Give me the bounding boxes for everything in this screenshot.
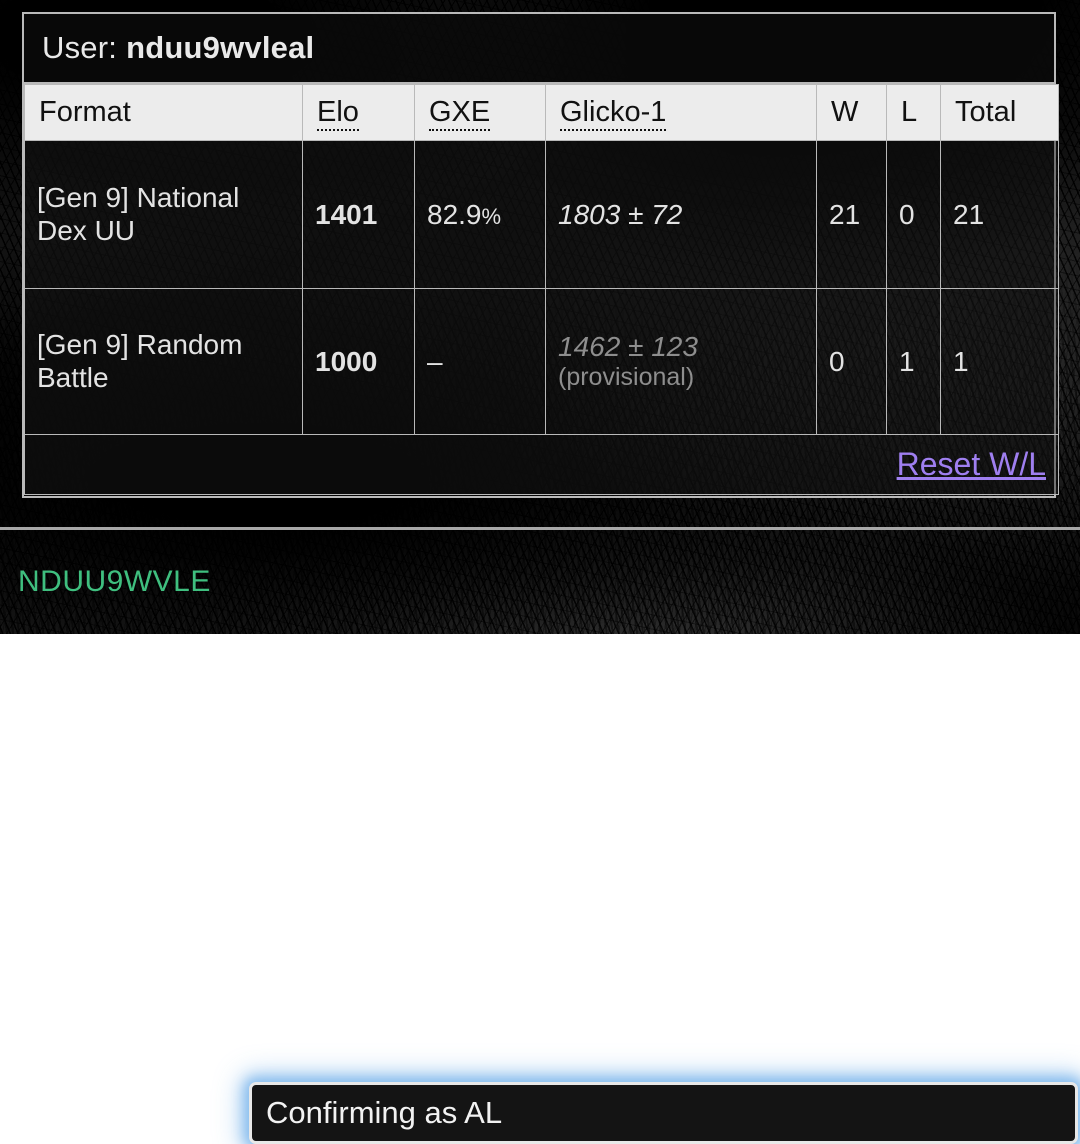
cell-gxe: –	[415, 289, 546, 435]
cell-glicko-value: 1462 ± 123	[558, 331, 698, 362]
cell-total: 1	[941, 289, 1059, 435]
column-header-wins[interactable]: W	[817, 85, 887, 141]
ratings-table: Format Elo GXE Glicko-1 W L Total [Gen 9…	[24, 84, 1059, 495]
cell-wins: 21	[817, 141, 887, 289]
column-header-total-label: Total	[955, 96, 1016, 128]
column-header-gxe-label: GXE	[429, 96, 490, 131]
cell-gxe-value: –	[427, 346, 443, 377]
chat-input[interactable]	[249, 1082, 1078, 1144]
cell-format: [Gen 9] National Dex UU	[25, 141, 303, 289]
cell-glicko-provisional-note: (provisional)	[558, 363, 804, 392]
column-header-format[interactable]: Format	[25, 85, 303, 141]
cell-elo: 1000	[303, 289, 415, 435]
column-header-glicko-label: Glicko-1	[560, 96, 666, 131]
column-header-elo-label: Elo	[317, 96, 359, 131]
user-header: User: nduu9wvleal	[24, 14, 1054, 84]
reset-wl-link[interactable]: Reset W/L	[897, 446, 1046, 482]
user-ratings-panel: User: nduu9wvleal Format Elo GXE Glicko-…	[22, 12, 1056, 498]
column-header-gxe[interactable]: GXE	[415, 85, 546, 141]
column-header-losses[interactable]: L	[887, 85, 941, 141]
footer-cell: Reset W/L	[25, 435, 1059, 495]
cell-format: [Gen 9] Random Battle	[25, 289, 303, 435]
chat-input-wrapper	[249, 1082, 1078, 1144]
cell-losses: 1	[887, 289, 941, 435]
column-header-glicko[interactable]: Glicko-1	[546, 85, 817, 141]
table-row: [Gen 9] National Dex UU 1401 82.9% 1803 …	[25, 141, 1059, 289]
cell-total: 21	[941, 141, 1059, 289]
column-header-wins-label: W	[831, 96, 858, 128]
cell-wins: 0	[817, 289, 887, 435]
username-value: nduu9wvleal	[126, 30, 314, 66]
column-header-format-label: Format	[39, 96, 131, 128]
cell-glicko-value: 1803 ± 72	[558, 199, 682, 230]
ratings-table-footer-row: Reset W/L	[25, 435, 1059, 495]
table-row: [Gen 9] Random Battle 1000 – 1462 ± 123(…	[25, 289, 1059, 435]
column-header-elo[interactable]: Elo	[303, 85, 415, 141]
column-header-total[interactable]: Total	[941, 85, 1059, 141]
cell-gxe-value: 82.9	[427, 199, 482, 230]
cell-glicko: 1462 ± 123(provisional)	[546, 289, 817, 435]
chat-username: NDUU9WVLE	[0, 565, 211, 599]
cell-elo: 1401	[303, 141, 415, 289]
column-header-losses-label: L	[901, 96, 917, 128]
chat-bar: NDUU9WVLE	[0, 530, 1080, 634]
ratings-table-header-row: Format Elo GXE Glicko-1 W L Total	[25, 85, 1059, 141]
cell-gxe: 82.9%	[415, 141, 546, 289]
cell-glicko: 1803 ± 72	[546, 141, 817, 289]
cell-gxe-unit: %	[482, 204, 502, 229]
user-label: User:	[42, 30, 117, 66]
cell-losses: 0	[887, 141, 941, 289]
